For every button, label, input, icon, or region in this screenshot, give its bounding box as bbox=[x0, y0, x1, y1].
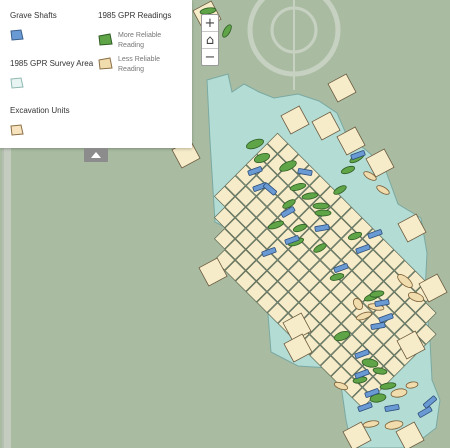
excavation-units-swatch bbox=[10, 124, 24, 136]
legend-gpr-title: 1985 GPR Readings bbox=[98, 11, 172, 20]
legend-survey-area-title: 1985 GPR Survey Area bbox=[10, 59, 94, 68]
more-reliable-swatch bbox=[98, 33, 113, 46]
legend-excavation-title: Excavation Units bbox=[10, 106, 70, 115]
zoom-in-button[interactable]: + bbox=[202, 15, 218, 32]
home-button[interactable]: ⌂ bbox=[202, 32, 218, 49]
legend-grave-shafts-title: Grave Shafts bbox=[10, 11, 57, 20]
legend-collapse-button[interactable] bbox=[84, 148, 108, 162]
legend-more-reliable-label: More Reliable Reading bbox=[118, 32, 162, 49]
gpr-more-reliable-reading[interactable] bbox=[312, 202, 330, 210]
survey-area-swatch bbox=[10, 77, 24, 89]
less-reliable-swatch bbox=[98, 57, 113, 70]
zoom-controls: + ⌂ − bbox=[201, 14, 219, 66]
legend-panel: Grave Shafts 1985 GPR Survey Area Excava… bbox=[0, 0, 192, 148]
zoom-out-button[interactable]: − bbox=[202, 49, 218, 65]
gpr-more-reliable-reading[interactable] bbox=[314, 209, 332, 217]
grave-shafts-swatch bbox=[10, 29, 24, 41]
legend-less-reliable-label: Less Reliable Reading bbox=[118, 56, 161, 73]
